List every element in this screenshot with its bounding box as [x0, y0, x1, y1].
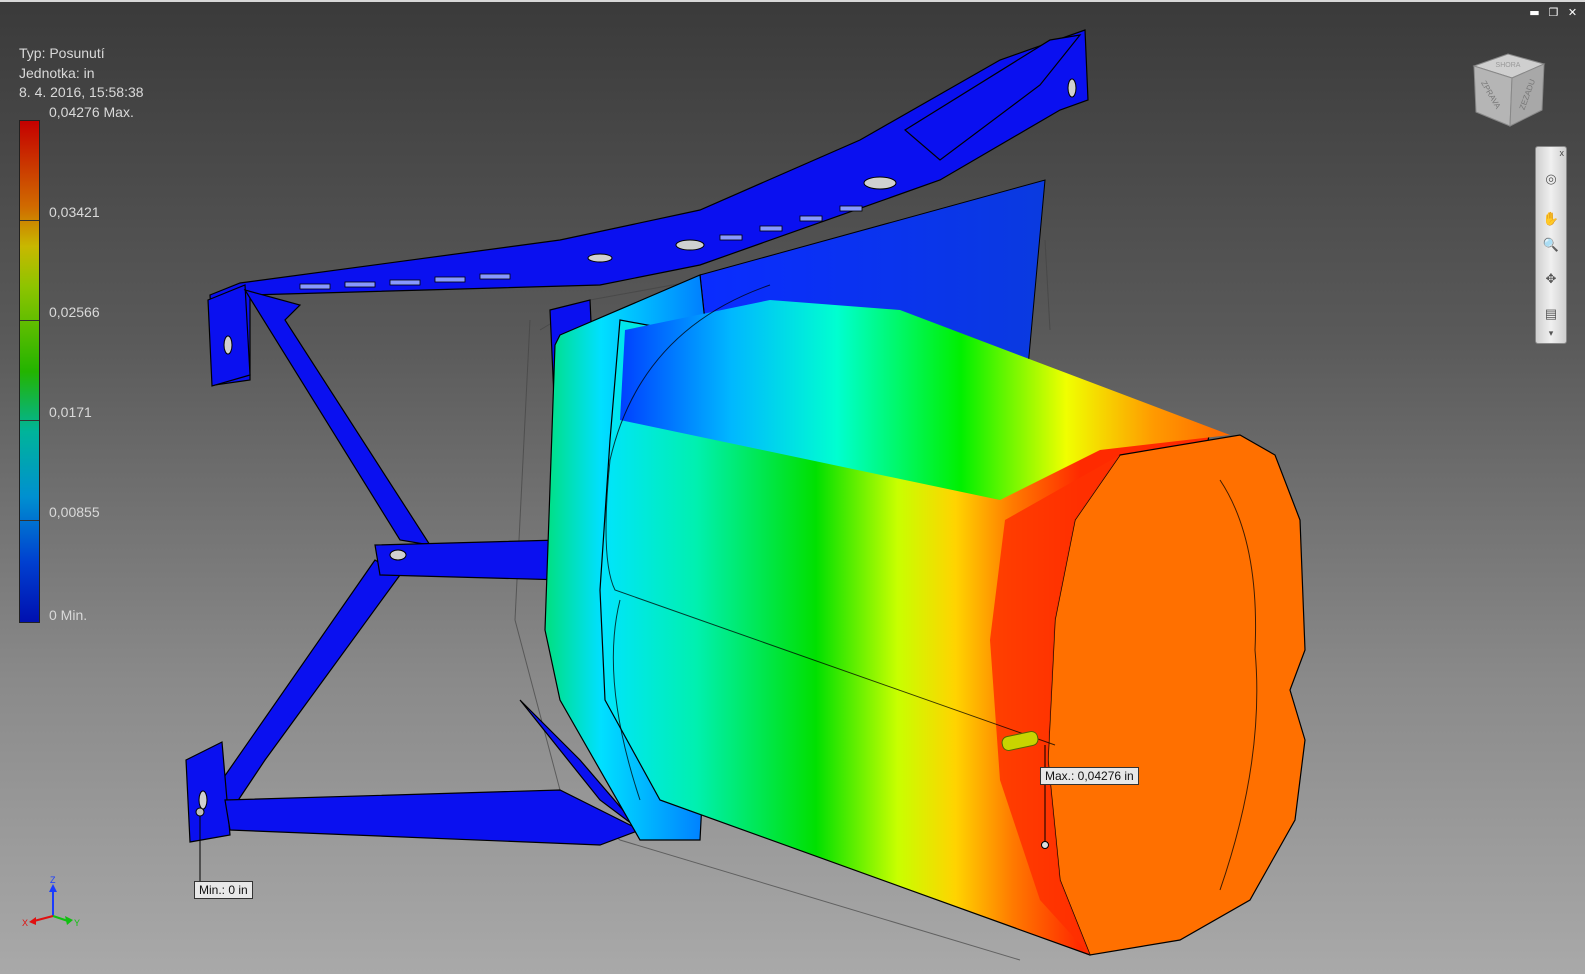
color-scale-bar: [19, 120, 40, 623]
zoom-icon[interactable]: 🔍: [1541, 235, 1561, 255]
scale-tick: [20, 520, 39, 521]
result-type: Typ: Posunutí: [19, 45, 105, 61]
result-date: 8. 4. 2016, 15:58:38: [19, 84, 144, 100]
axis-x-label: X: [22, 918, 28, 928]
cylinder-end-cap: [1047, 434, 1306, 956]
scale-tick: [20, 320, 39, 321]
max-value-callout[interactable]: Max.: 0,04276 in: [1040, 767, 1139, 785]
viewcube-face-top: SHORA: [1496, 62, 1521, 69]
steering-wheel-icon[interactable]: ◎: [1541, 169, 1561, 189]
result-unit: Jednotka: in: [19, 64, 95, 81]
axis-y-label: Y: [74, 918, 80, 928]
pan-icon[interactable]: ✋: [1541, 209, 1561, 229]
navbar-close-icon[interactable]: x: [1560, 148, 1565, 158]
result-info: Typ: Posunutí Jednotka: in 8. 4. 2016, 1…: [19, 44, 144, 103]
scale-label: 0,02566: [49, 304, 100, 320]
scale-label-min: 0 Min.: [49, 607, 88, 623]
min-value-callout[interactable]: Min.: 0 in: [194, 881, 253, 899]
scale-label: 0,00855: [49, 504, 100, 520]
model-viewport[interactable]: [0, 0, 1585, 974]
look-at-icon[interactable]: ▤: [1541, 304, 1561, 324]
scale-label: 0,0171: [49, 404, 92, 420]
scale-tick: [20, 420, 39, 421]
scale-label-max: 0,04276 Max.: [49, 104, 134, 120]
axis-triad: Z X Y: [22, 875, 80, 928]
scale-label: 0,03421: [49, 204, 100, 220]
axis-z-label: Z: [50, 875, 56, 885]
navbar-more-icon[interactable]: ▾: [1541, 323, 1561, 343]
viewcube[interactable]: SHORA ZPRAVA ZEZADU: [1468, 48, 1548, 128]
navigation-bar: x ◎ ✋ 🔍 ✥ ▤ ▾: [1535, 146, 1567, 344]
scale-tick: [20, 220, 39, 221]
orbit-icon[interactable]: ✥: [1541, 269, 1561, 289]
